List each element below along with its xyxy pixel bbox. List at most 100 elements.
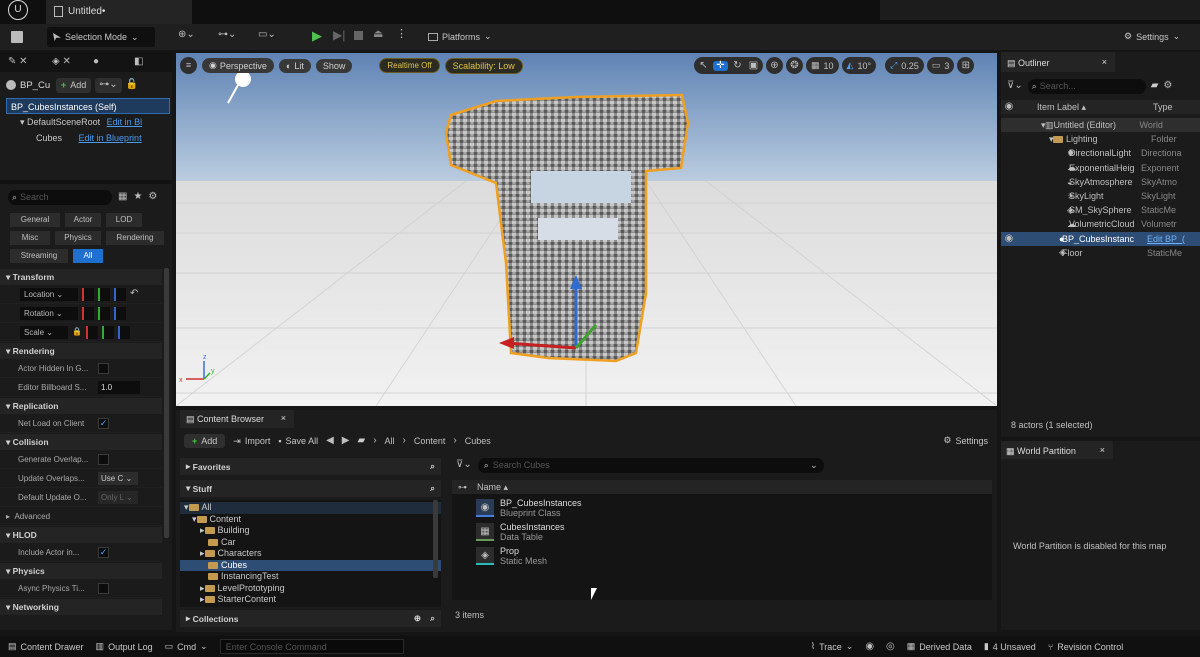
gear-icon[interactable]: ⚙	[148, 192, 157, 202]
scale-tool-icon[interactable]: ▣	[747, 60, 760, 71]
blueprint-icon[interactable]: ⊶⌄	[218, 30, 236, 40]
console-input[interactable]: Enter Console Command	[219, 639, 404, 654]
platforms-button[interactable]: Platforms ⌄	[428, 31, 492, 42]
trace-button[interactable]: ⌇ Trace ⌄	[811, 641, 854, 652]
unreal-logo-icon[interactable]: U	[8, 0, 28, 20]
folder-content[interactable]: ▾ Content	[180, 514, 441, 526]
details-search-input[interactable]: ⌕ Search	[8, 189, 112, 205]
section-networking[interactable]: ▾ Networking	[0, 598, 162, 615]
collections-header[interactable]: ▸ Collections ⊕ ⌕	[180, 609, 441, 627]
content-drawer-button[interactable]: ▤ Content Drawer	[8, 641, 84, 652]
breadcrumb-all[interactable]: All	[385, 436, 395, 446]
save-all-button[interactable]: ▪ Save All	[278, 436, 318, 446]
back-icon[interactable]: ◀	[326, 436, 334, 446]
section-rendering[interactable]: ▾ Rendering	[0, 342, 162, 359]
tab-extra-icon[interactable]: ◧	[134, 57, 143, 67]
cmd-button[interactable]: ▭ Cmd ⌄	[165, 641, 208, 652]
add-folder-icon[interactable]: ▰	[1151, 81, 1159, 91]
asset-row-cubesinstances[interactable]: ▦ CubesInstances Data Table	[452, 520, 992, 544]
record-icon[interactable]: ◉	[865, 641, 874, 652]
world-space-icon[interactable]: ⊕	[766, 57, 783, 74]
angle-snap[interactable]: ◭ 10°	[841, 57, 877, 74]
save-icon[interactable]	[11, 31, 23, 43]
scene-root-link[interactable]: Edit in Bl	[107, 117, 143, 127]
cubes-link[interactable]: Edit in Blueprint	[79, 133, 142, 143]
outliner-row-world[interactable]: ▾ ▥ Untitled (Editor) World	[1001, 118, 1200, 133]
search-icon[interactable]: ⌕	[430, 461, 435, 472]
asset-row-prop[interactable]: ◈ Prop Static Mesh	[452, 544, 992, 568]
filter-rendering[interactable]: Rendering	[106, 231, 164, 245]
folder-levelprototyping[interactable]: ▸ LevelPrototyping	[180, 583, 441, 595]
filter-all[interactable]: All	[73, 249, 103, 263]
folder-building[interactable]: ▸ Building	[180, 525, 441, 537]
filter-misc[interactable]: Misc	[10, 231, 50, 245]
location-y-field[interactable]	[98, 287, 110, 301]
update-overlaps-dropdown[interactable]: Use C ⌄	[98, 471, 138, 485]
outliner-row-bp-cubes[interactable]: ◉ ● BP_CubesInstanc Edit BP_(	[1001, 231, 1200, 246]
include-actor-checkbox[interactable]: ✓	[98, 546, 109, 558]
scale-lock-icon[interactable]: 🔒	[72, 328, 82, 336]
outliner-search-input[interactable]: ⌕ Search...	[1027, 78, 1146, 94]
layout-icon[interactable]: ⊞	[957, 57, 975, 74]
section-collision[interactable]: ▾ Collision	[0, 433, 162, 450]
surface-snap-icon[interactable]: ❂	[786, 57, 803, 74]
location-x-field[interactable]	[82, 287, 94, 301]
outliner-row-skylight[interactable]: ☀ SkyLight SkyLight	[1001, 189, 1200, 203]
filter-physics[interactable]: Physics	[55, 231, 101, 245]
favorites-header[interactable]: ▸ Favorites ⌕	[180, 457, 441, 475]
component-options-icon[interactable]: ⊶⌄	[95, 77, 122, 93]
folder-all[interactable]: ▾ All	[180, 502, 441, 514]
add-button[interactable]: + Add	[184, 434, 226, 448]
more-icon[interactable]: ⋮	[396, 29, 407, 40]
breadcrumb-cubes[interactable]: Cubes	[465, 436, 491, 446]
unsaved-button[interactable]: ▮ 4 Unsaved	[984, 641, 1036, 652]
move-tool-icon[interactable]: ✛	[713, 60, 728, 71]
lock-icon[interactable]: 🔓	[126, 80, 138, 90]
perspective-button[interactable]: ◉ Perspective	[202, 58, 274, 73]
name-column-header[interactable]: Name ▴	[477, 482, 508, 493]
add-component-button[interactable]: + Add	[56, 77, 92, 93]
folder-characters[interactable]: ▸ Characters	[180, 548, 441, 560]
component-cubes[interactable]: Cubes Edit in Blueprint	[6, 130, 170, 146]
actor-hidden-checkbox[interactable]	[98, 362, 109, 374]
asset-search-input[interactable]: ⌕ Search Cubes ⌄	[477, 457, 824, 473]
selection-mode-dropdown[interactable]: Selection Mode ⌄	[47, 27, 155, 47]
section-hlod[interactable]: ▾ HLOD	[0, 526, 162, 543]
tab-details-icon[interactable]: ✎ ✕	[8, 57, 28, 67]
revision-control-button[interactable]: ⑂ Revision Control	[1048, 642, 1123, 652]
outliner-row-directionallight[interactable]: ✹ DirectionalLight Directiona	[1001, 146, 1200, 160]
stuff-header[interactable]: ▾ Stuff ⌕	[180, 479, 441, 497]
select-tool-icon[interactable]: ↖	[697, 60, 710, 71]
outliner-type-column[interactable]: Type	[1153, 102, 1173, 112]
search-icon[interactable]: ⌕	[430, 613, 435, 624]
component-root-item[interactable]: BP_CubesInstances (Self)	[6, 98, 170, 114]
folder-cubes[interactable]: Cubes	[180, 559, 441, 571]
close-icon[interactable]: ×	[281, 413, 286, 423]
component-scene-root[interactable]: ▾ DefaultSceneRoot Edit in Bl	[6, 114, 170, 130]
outliner-row-skyatmosphere[interactable]: ◒ SkyAtmosphere SkyAtmo	[1001, 175, 1200, 189]
billboard-input[interactable]: 1.0	[98, 380, 140, 394]
tab-place-icon[interactable]: ●	[93, 57, 99, 67]
rotation-dropdown[interactable]: Rotation ⌄	[20, 306, 78, 320]
location-dropdown[interactable]: Location ⌄	[20, 287, 78, 301]
filter-general[interactable]: General	[10, 213, 60, 227]
filter-actor[interactable]: Actor	[65, 213, 101, 227]
filter-icon[interactable]: ⊽⌄	[456, 460, 472, 470]
show-button[interactable]: Show	[315, 58, 353, 73]
prop-advanced[interactable]: ▸ Advanced	[0, 507, 162, 526]
default-update-dropdown[interactable]: Only L ⌄	[98, 490, 138, 504]
outliner-tab[interactable]: ▤ Outliner ×	[1001, 52, 1115, 72]
details-scrollbar[interactable]	[164, 268, 169, 538]
output-log-button[interactable]: ▥ Output Log	[96, 641, 153, 652]
stop-icon[interactable]	[354, 31, 363, 40]
location-z-field[interactable]	[114, 287, 126, 301]
asset-row-bp-cubesinstances[interactable]: ◉ BP_CubesInstances Blueprint Class	[452, 496, 992, 520]
scalability-button[interactable]: Scalability: Low	[444, 57, 523, 74]
eject-icon[interactable]: ⏏	[373, 29, 383, 40]
section-physics[interactable]: ▾ Physics	[0, 562, 162, 579]
search-icon[interactable]: ⌕	[430, 483, 435, 494]
add-actor-icon[interactable]: ⊕⌄	[178, 30, 195, 40]
async-physics-checkbox[interactable]	[98, 582, 109, 594]
rotate-tool-icon[interactable]: ↻	[731, 60, 744, 71]
tab-modes-icon[interactable]: ◈ ✕	[52, 57, 71, 67]
